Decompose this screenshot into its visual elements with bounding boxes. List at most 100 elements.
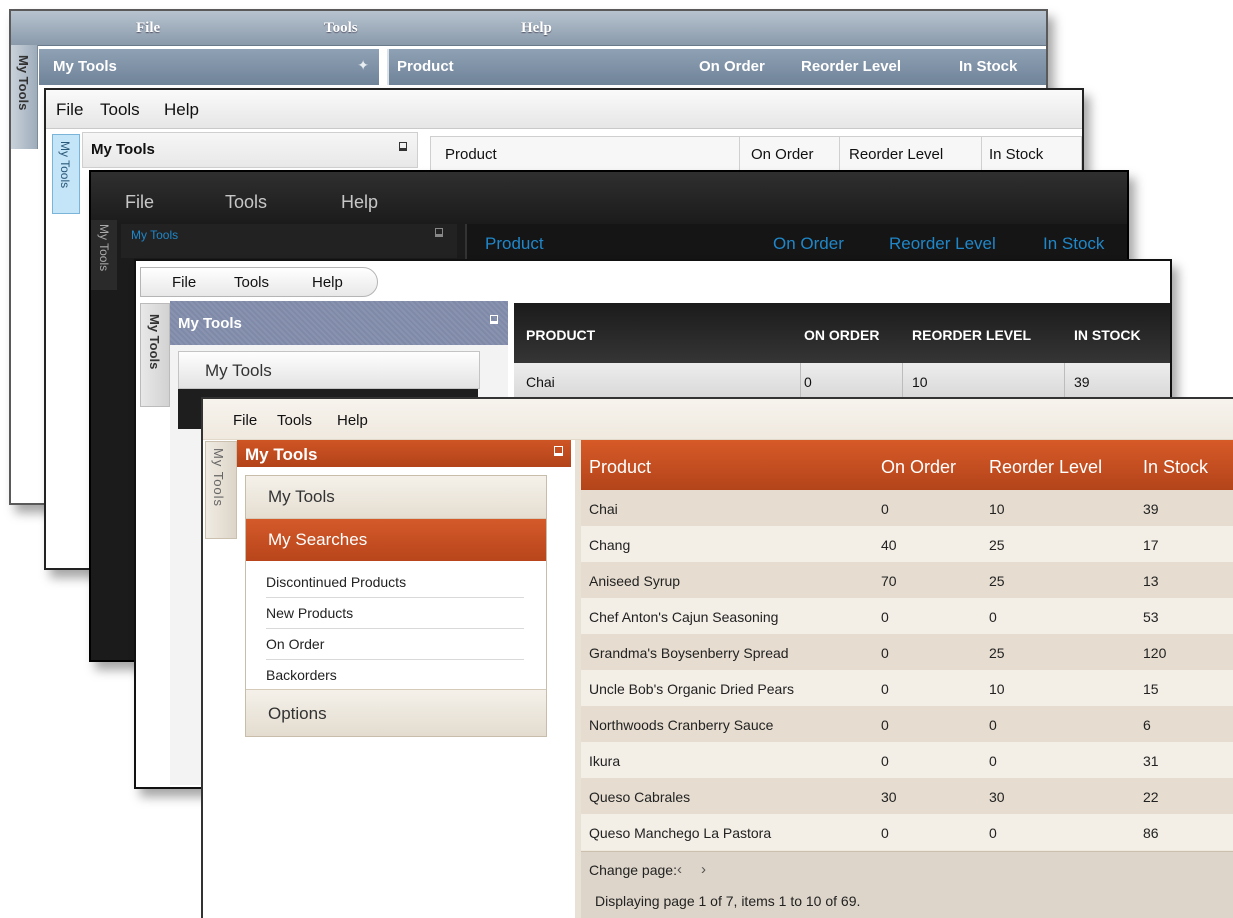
col-on-order[interactable]: ON ORDER (804, 327, 879, 343)
cell-reorder-level: 0 (989, 609, 997, 625)
panel-header: My Tools ✦ (39, 49, 379, 85)
nav-my-tools-label: My Tools (205, 361, 272, 380)
side-tab-label: My Tools (58, 141, 72, 189)
pin-icon[interactable] (399, 142, 407, 151)
side-tab-label: My Tools (97, 224, 111, 272)
pin-icon[interactable] (435, 228, 443, 237)
col-product[interactable]: Product (589, 457, 651, 478)
nav-options-button[interactable]: Options (246, 689, 546, 736)
my-tools-side-tab[interactable]: My Tools (11, 45, 38, 149)
col-reorder-level[interactable]: REORDER LEVEL (912, 327, 1031, 343)
col-reorder-level[interactable]: Reorder Level (801, 58, 901, 75)
col-on-order[interactable]: On Order (751, 146, 814, 163)
menu-file[interactable]: File (136, 20, 160, 37)
col-on-order[interactable]: On Order (699, 58, 765, 75)
column-divider (800, 363, 801, 399)
col-product[interactable]: Product (397, 58, 454, 75)
menu-help[interactable]: Help (312, 274, 343, 291)
col-product[interactable]: Product (485, 234, 544, 254)
search-item-label: On Order (266, 636, 325, 652)
my-tools-side-tab[interactable]: My Tools (205, 441, 237, 539)
panel-title: My Tools (178, 315, 242, 332)
menu-file[interactable]: File (233, 412, 257, 429)
col-product[interactable]: PRODUCT (526, 327, 595, 343)
menu-file[interactable]: File (56, 100, 83, 120)
col-reorder-level[interactable]: Reorder Level (989, 457, 1102, 478)
pin-icon[interactable]: ✦ (357, 57, 369, 74)
col-on-order[interactable]: On Order (881, 457, 956, 478)
menu-tools[interactable]: Tools (100, 100, 140, 120)
table-row[interactable]: Chef Anton's Cajun Seasoning 0 0 53 (581, 598, 1233, 634)
panel-header: My Tools (121, 224, 457, 258)
my-tools-side-tab[interactable]: My Tools (91, 220, 117, 290)
menu-tools[interactable]: Tools (277, 412, 312, 429)
col-in-stock[interactable]: In Stock (959, 58, 1017, 75)
search-item-on-order[interactable]: On Order (266, 628, 524, 660)
menu-tools[interactable]: Tools (324, 20, 358, 37)
menu-file[interactable]: File (172, 274, 196, 291)
col-in-stock[interactable]: In Stock (1043, 234, 1104, 254)
panel-title: My Tools (131, 228, 179, 242)
nav-my-tools-button[interactable]: My Tools (178, 351, 480, 389)
cell-product: Chef Anton's Cajun Seasoning (589, 609, 779, 625)
pagination-bar: Change page: ‹ › Displaying page 1 of 7,… (581, 851, 1233, 918)
menu-tools[interactable]: Tools (234, 274, 269, 291)
cell-product: Grandma's Boysenberry Spread (589, 645, 789, 661)
col-on-order[interactable]: On Order (773, 234, 844, 254)
table-row[interactable]: Queso Cabrales 30 30 22 (581, 778, 1233, 814)
cell-on-order: 40 (881, 537, 897, 553)
cell-product: Northwoods Cranberry Sauce (589, 717, 774, 733)
menu-tools[interactable]: Tools (225, 192, 267, 213)
column-divider (902, 363, 903, 399)
side-tab-label: My Tools (211, 448, 226, 508)
col-reorder-level[interactable]: Reorder Level (849, 146, 943, 163)
panel-title: My Tools (53, 58, 117, 75)
table-row[interactable]: Aniseed Syrup 70 25 13 (581, 562, 1233, 598)
menu-file[interactable]: File (125, 192, 154, 213)
pin-icon[interactable] (490, 315, 498, 324)
menu-help[interactable]: Help (521, 20, 552, 37)
my-tools-side-tab[interactable]: My Tools (52, 134, 80, 214)
cell-reorder-level: 25 (989, 645, 1005, 661)
cell-reorder-level: 30 (989, 789, 1005, 805)
search-item-discontinued[interactable]: Discontinued Products (266, 566, 524, 598)
panel-title: My Tools (245, 445, 318, 464)
nav-my-tools-button[interactable]: My Tools (246, 476, 546, 519)
cell-reorder-level: 10 (989, 681, 1005, 697)
search-item-backorders[interactable]: Backorders (266, 659, 524, 690)
nav-my-searches-button[interactable]: My Searches (246, 519, 546, 561)
table-row[interactable]: Northwoods Cranberry Sauce 0 0 6 (581, 706, 1233, 742)
menu-help[interactable]: Help (164, 100, 199, 120)
cell-in-stock: 120 (1143, 645, 1167, 661)
table-row[interactable]: Queso Manchego La Pastora 0 0 86 (581, 814, 1233, 850)
cell-in-stock: 39 (1074, 374, 1090, 390)
table-row[interactable]: Uncle Bob's Organic Dried Pears 0 10 15 (581, 670, 1233, 706)
menu-bar: File Tools Help (136, 261, 1170, 301)
col-reorder-level[interactable]: Reorder Level (889, 234, 996, 254)
menu-help[interactable]: Help (337, 412, 368, 429)
cell-on-order: 0 (881, 681, 889, 697)
tools-navigation: My Tools My Searches Discontinued Produc… (245, 475, 547, 737)
nav-options-label: Options (268, 704, 327, 723)
table-row[interactable]: Chai 0 10 39 (514, 363, 1170, 400)
column-divider (739, 137, 740, 171)
menu-help[interactable]: Help (341, 192, 378, 213)
col-in-stock[interactable]: In Stock (1143, 457, 1208, 478)
table-row[interactable]: Ikura 0 0 31 (581, 742, 1233, 778)
menu-bar: File Tools Help (91, 172, 1127, 222)
menu-bar: File Tools Help (11, 11, 1046, 46)
cell-product: Ikura (589, 753, 621, 769)
table-row[interactable]: Chai 0 10 39 (581, 490, 1233, 526)
search-item-label: New Products (266, 605, 354, 621)
table-row[interactable]: Chang 40 25 17 (581, 526, 1233, 562)
col-product[interactable]: Product (445, 146, 497, 163)
table-row[interactable]: Grandma's Boysenberry Spread 0 25 120 (581, 634, 1233, 670)
col-in-stock[interactable]: IN STOCK (1074, 327, 1141, 343)
search-item-label: Backorders (266, 667, 337, 683)
search-item-new-products[interactable]: New Products (266, 597, 524, 629)
pin-icon[interactable] (554, 446, 563, 456)
my-tools-side-tab[interactable]: My Tools (140, 303, 170, 407)
next-page-icon[interactable]: › (701, 861, 706, 878)
prev-page-icon[interactable]: ‹ (677, 861, 682, 878)
col-in-stock[interactable]: In Stock (989, 146, 1043, 163)
